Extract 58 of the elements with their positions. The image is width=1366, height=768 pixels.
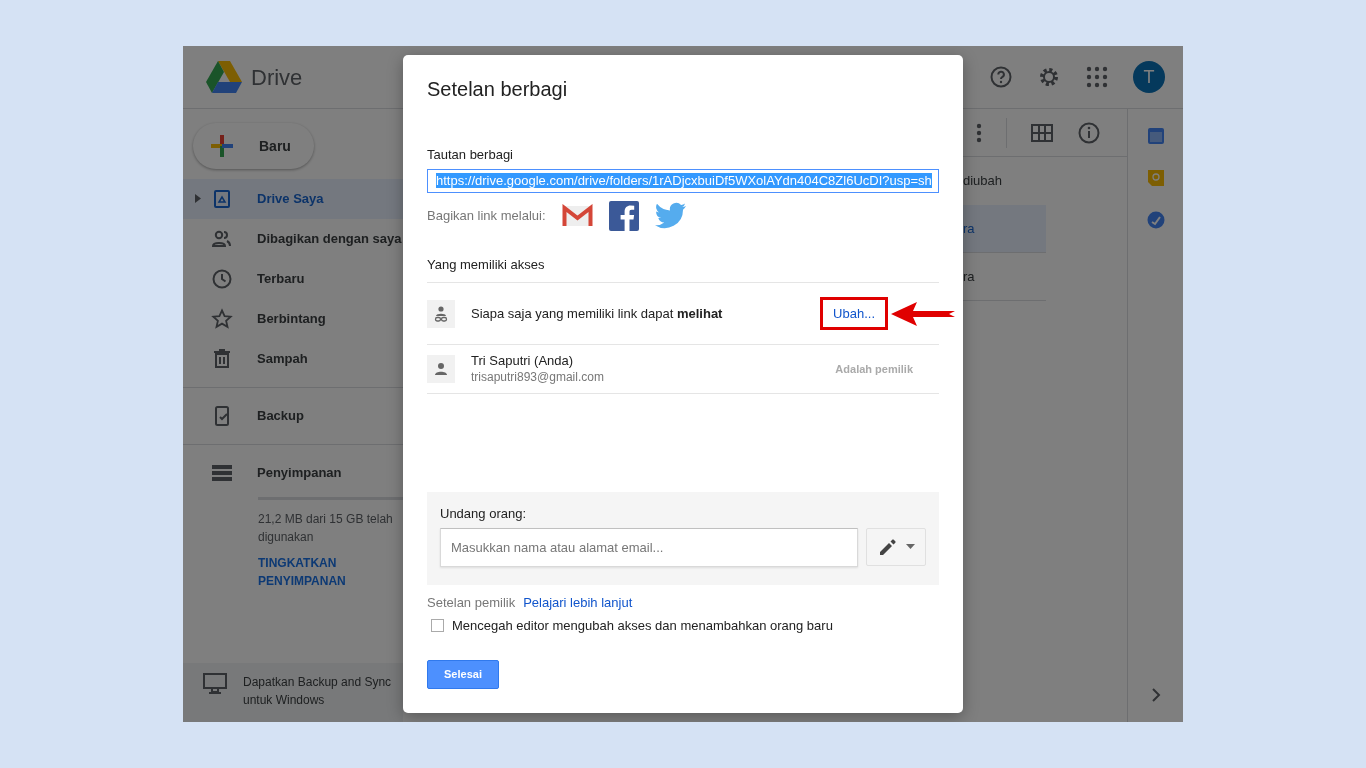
monitor-icon — [203, 673, 227, 695]
help-icon[interactable] — [989, 65, 1013, 89]
caret-icon — [905, 544, 915, 549]
settings-icon[interactable] — [1037, 65, 1061, 89]
section-heading: Yang memiliki akses — [427, 255, 546, 274]
more-icon[interactable] — [976, 122, 982, 143]
column-header[interactable]: diubah — [963, 171, 1003, 191]
nav-item[interactable]: Dibagikan dengan saya — [183, 219, 403, 259]
plus-icon — [209, 133, 235, 159]
owner-email: trisaputri893@gmail.com — [471, 369, 604, 385]
twitter-bird-icon[interactable] — [654, 201, 687, 230]
owner-role: Adalah pemilik — [835, 361, 913, 377]
share-label: Bagikan link melalui: — [427, 206, 546, 225]
invite-input[interactable]: Masukkan nama atau alamat email... — [440, 527, 858, 567]
star-icon — [211, 308, 233, 330]
chevron-right-icon[interactable] — [1150, 688, 1161, 702]
storage-icon — [211, 462, 233, 484]
access-text: Siapa saja yang memiliki link dapat melihat — [471, 304, 723, 323]
checkbox[interactable] — [431, 619, 444, 633]
facebook-icon[interactable] — [608, 200, 639, 231]
learn-more-link[interactable]: Pelajari lebih lanjut — [523, 592, 633, 612]
permission-dropdown[interactable] — [866, 527, 926, 566]
storage-usage: 21,2 MB dari 15 GB telah digunakan — [258, 511, 394, 546]
info-icon[interactable] — [1077, 120, 1101, 145]
person-icon — [432, 360, 450, 378]
nav-item[interactable]: Drive Saya — [183, 179, 403, 219]
nav-item[interactable]: Backup — [183, 396, 403, 436]
drive-folder-icon — [211, 188, 233, 210]
change-link[interactable]: Ubah... — [833, 305, 875, 321]
nav-item[interactable]: Sampah — [183, 339, 403, 379]
calendar-icon[interactable] — [1146, 127, 1165, 145]
dialog-title: Setelan berbagi — [427, 77, 569, 101]
task-check-icon[interactable] — [1146, 211, 1165, 229]
people-icon — [211, 228, 233, 250]
avatar[interactable]: T — [1133, 61, 1165, 93]
expand-arrow-icon[interactable] — [195, 194, 201, 204]
checkbox-label: Mencegah editor mengubah akses dan menambahkan orang baru — [452, 617, 833, 635]
storage-item[interactable]: Penyimpanan — [183, 453, 403, 493]
owner-name: Tri Saputri (Anda) — [471, 353, 575, 370]
gmail-icon[interactable] — [561, 203, 593, 228]
invite-label: Undang orang: — [440, 505, 527, 523]
link-person-icon — [432, 304, 450, 323]
done-button[interactable]: Selesai — [427, 659, 499, 689]
file-row[interactable]: ra — [963, 205, 1046, 253]
field-label: Tautan berbagi — [427, 146, 514, 164]
nav-item[interactable]: Terbaru — [183, 259, 403, 299]
clock-icon — [211, 268, 233, 290]
new-button[interactable]: Baru — [193, 123, 314, 169]
trash-icon — [211, 348, 233, 370]
nav-item[interactable]: Berbintang — [183, 299, 403, 339]
grid-view-icon[interactable] — [1031, 123, 1053, 142]
app-name: Drive — [251, 63, 303, 92]
link-field[interactable]: https://drive.google.com/drive/folders/1rADjcxbuiDf5WXolAYdn404C8Zl6UcDI?usp=sh — [427, 168, 939, 193]
drive-logo — [205, 60, 243, 94]
upgrade-link[interactable]: TINGKATKAN PENYIMPANAN — [258, 554, 368, 590]
apps-grid-icon[interactable] — [1085, 65, 1109, 89]
arrow-drawing — [891, 300, 955, 328]
owner-settings-label: Setelan pemilik — [427, 593, 516, 612]
